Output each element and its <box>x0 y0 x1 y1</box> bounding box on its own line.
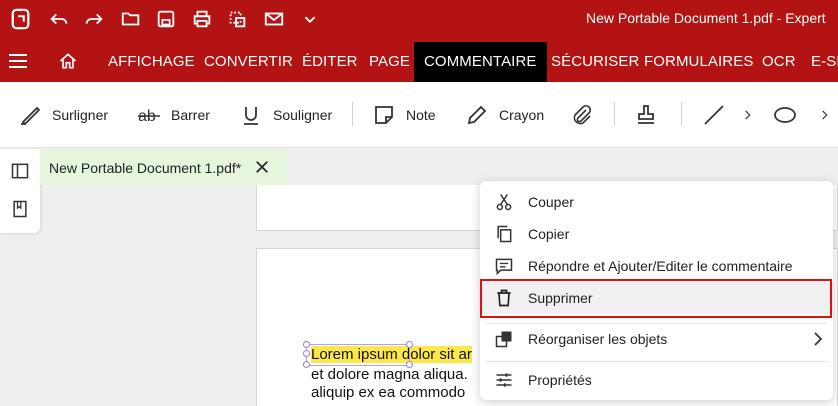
document-tab[interactable]: New Portable Document 1.pdf* <box>40 150 287 185</box>
copy-icon <box>497 225 512 243</box>
menu-item-properties[interactable]: Propriétés <box>480 364 833 396</box>
menu-item-reply[interactable]: Répondre et Ajouter/Editer le commentair… <box>480 250 833 282</box>
window-title: New Portable Document 1.pdf - Expert <box>586 10 826 26</box>
close-icon[interactable] <box>253 158 271 176</box>
comment-icon <box>495 258 513 276</box>
strikeout-tool[interactable]: ab Barrer <box>137 102 210 128</box>
underline-icon <box>244 107 258 125</box>
email-icon[interactable] <box>261 6 287 32</box>
stamp-tool[interactable] <box>634 102 668 128</box>
save-icon[interactable] <box>153 6 179 32</box>
line-tool[interactable] <box>702 102 736 128</box>
selection-handle[interactable] <box>303 341 310 348</box>
note-tool[interactable]: Note <box>372 102 436 128</box>
document-text-line-3: aliquip ex ea commodo <box>311 384 466 401</box>
underline-tool[interactable]: Souligner <box>239 102 332 128</box>
menu-item-arrange[interactable]: Réorganiser les objets <box>480 323 833 355</box>
pencil-tool[interactable]: Crayon <box>465 102 544 128</box>
panel-toggle-icon[interactable] <box>10 161 30 181</box>
ribbon-toolbar: Surligner ab Barrer Souligner Note Crayo… <box>0 82 838 148</box>
stamp-icon <box>638 105 654 124</box>
menu-item-copy[interactable]: Copier <box>480 218 833 250</box>
home-icon[interactable] <box>58 51 78 71</box>
print-icon[interactable] <box>189 6 215 32</box>
open-folder-icon[interactable] <box>118 6 144 32</box>
ellipse-tool[interactable] <box>773 102 807 128</box>
redo-icon[interactable] <box>81 6 107 32</box>
chevron-right-icon <box>745 110 751 120</box>
menu-formulaires[interactable]: FORMULAIRES <box>644 38 753 82</box>
menu-page[interactable]: PAGE <box>369 38 410 82</box>
cut-label: Couper <box>528 194 574 210</box>
line-icon <box>704 105 724 125</box>
strike-label: Barrer <box>171 107 210 123</box>
annotation-selection-box <box>306 344 410 366</box>
selection-handle[interactable] <box>303 361 310 368</box>
note-label: Note <box>406 107 436 123</box>
app-logo-icon <box>8 6 34 32</box>
ribbon-divider <box>681 102 682 126</box>
scissors-icon <box>496 194 512 211</box>
menu-separator <box>486 361 827 362</box>
paperclip-icon <box>573 104 592 125</box>
pencil-icon <box>467 105 487 125</box>
ribbon-more-chevron-2[interactable] <box>818 102 838 128</box>
hamburger-menu-icon[interactable] <box>9 54 27 68</box>
menu-convertir[interactable]: CONVERTIR <box>204 38 293 82</box>
undo-icon[interactable] <box>46 6 72 32</box>
focus-highlight-frame <box>480 279 832 318</box>
menu-ocr[interactable]: OCR <box>762 38 796 82</box>
menu-bar: AFFICHAGE CONVERTIR ÉDITER PAGE COMMENTA… <box>0 38 838 82</box>
document-tab-name: New Portable Document 1.pdf* <box>49 159 242 176</box>
document-text-line-2: et dolore magna aliqua. <box>311 366 468 383</box>
attach-tool[interactable] <box>570 102 604 128</box>
menu-item-cut[interactable]: Couper <box>480 186 833 218</box>
menu-affichage[interactable]: AFFICHAGE <box>108 38 195 82</box>
selection-handle[interactable] <box>406 341 413 348</box>
menu-commentaire[interactable]: COMMENTAIRE <box>414 42 547 82</box>
ribbon-more-chevron[interactable] <box>741 102 765 128</box>
title-bar: New Portable Document 1.pdf - Expert <box>0 0 838 38</box>
menu-editer[interactable]: ÉDITER <box>302 38 358 82</box>
sliders-icon <box>496 373 512 387</box>
highlighter-icon <box>21 106 41 126</box>
strikethrough-icon: ab <box>138 108 160 125</box>
arrange-icon <box>495 331 512 348</box>
highlight-tool[interactable]: Surligner <box>18 102 108 128</box>
properties-label: Propriétés <box>528 372 592 388</box>
selection-handle[interactable] <box>303 350 310 357</box>
underline-label: Souligner <box>273 107 333 123</box>
chevron-right-icon <box>822 110 828 120</box>
scan-icon[interactable] <box>224 6 250 32</box>
ellipse-icon <box>774 107 796 123</box>
menu-securiser[interactable]: SÉCURISER <box>551 38 639 82</box>
selection-handle[interactable] <box>406 361 413 368</box>
bookmark-icon[interactable] <box>10 199 30 219</box>
note-icon <box>375 106 393 124</box>
chevron-down-icon[interactable] <box>297 6 323 32</box>
pencil-label: Crayon <box>499 107 545 123</box>
left-sidebar-rail <box>0 149 40 233</box>
reply-label: Répondre et Ajouter/Editer le commentair… <box>528 258 793 274</box>
chevron-right-icon <box>814 332 823 346</box>
arrange-label: Réorganiser les objets <box>528 331 668 347</box>
highlight-label: Surligner <box>52 107 109 123</box>
menu-esign[interactable]: E-SI <box>811 38 838 82</box>
copy-label: Copier <box>528 226 570 242</box>
ribbon-divider <box>614 102 615 126</box>
ribbon-divider <box>352 102 353 126</box>
